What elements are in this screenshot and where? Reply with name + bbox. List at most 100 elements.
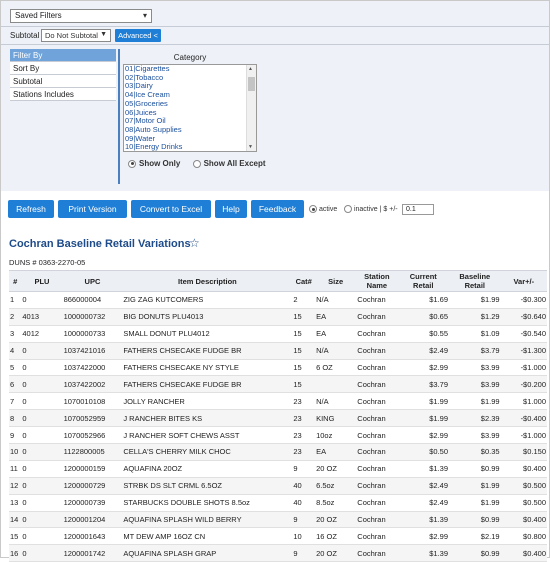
divider	[1, 26, 549, 27]
table-cell: 1000000732	[62, 308, 123, 326]
table-row: 1 0 866000004 ZIG ZAG KUTCOMERS 2 N/A Cochran $…	[9, 291, 547, 309]
table-cell: EA	[315, 308, 357, 326]
table-cell: $1.99	[449, 477, 501, 495]
table-cell: 20 OZ	[315, 544, 357, 562]
filter-nav-subtotal[interactable]: Subtotal	[10, 75, 116, 88]
col-header[interactable]: Baseline Retail	[449, 270, 501, 292]
advanced-button[interactable]: Advanced <	[115, 29, 161, 42]
table-cell: 1200000729	[62, 477, 123, 495]
table-cell: 4012	[21, 325, 63, 343]
inactive-radio[interactable]	[344, 205, 352, 213]
table-cell: $2.99	[397, 426, 450, 445]
table-cell: 9	[292, 460, 316, 478]
scroll-thumb[interactable]	[248, 77, 255, 91]
refresh-button[interactable]: Refresh	[8, 200, 54, 218]
table-cell: 2	[292, 291, 316, 309]
table-cell: $1.29	[449, 308, 501, 326]
feedback-button[interactable]: Feedback	[251, 200, 304, 218]
filter-nav-sort-by[interactable]: Sort By	[10, 62, 116, 75]
table-cell: 1200001742	[62, 544, 123, 562]
table-cell: 1037422002	[62, 375, 123, 394]
table-cell: MT DEW AMP 16OZ CN	[122, 527, 293, 546]
table-cell: SMALL DONUT PLU4012	[122, 325, 293, 343]
table-cell: 15	[292, 375, 316, 394]
table-cell: Cochran	[356, 375, 398, 394]
table-cell: N/A	[315, 342, 357, 360]
saved-filters-select[interactable]: Saved Filters ▾	[10, 9, 152, 23]
table-cell: -$1.000	[500, 359, 547, 377]
filter-nav: Filter By Sort By Subtotal Stations Incl…	[10, 49, 116, 101]
show-only-radio[interactable]	[128, 159, 136, 168]
table-cell: 6	[9, 375, 22, 394]
col-header[interactable]: Station Name	[356, 270, 398, 292]
table-row: 15 0 1200001643 MT DEW AMP 16OZ CN 10 16 OZ Co…	[9, 527, 547, 546]
threshold-input[interactable]: 0.1	[402, 204, 434, 215]
table-cell: $3.79	[449, 342, 501, 360]
filter-nav-stations-includes[interactable]: Stations Includes	[10, 88, 116, 101]
table-row: 7 0 1070010108 JOLLY RANCHER 23 N/A Cochran $1.…	[9, 392, 547, 411]
table-cell: 2	[9, 308, 22, 326]
active-radio[interactable]	[309, 205, 317, 213]
col-header[interactable]: Item Description	[122, 270, 293, 292]
table-cell: $0.99	[449, 511, 501, 529]
table-cell: N/A	[315, 291, 357, 309]
table-cell: 15	[9, 527, 22, 546]
scroll-down-icon[interactable]: ▼	[248, 144, 253, 150]
col-header[interactable]: Size	[315, 270, 357, 292]
table-cell: 0	[21, 359, 63, 377]
table-cell: -$1.300	[500, 342, 547, 360]
table-cell: 9	[292, 511, 316, 529]
active-label: active	[318, 205, 338, 213]
category-scrollbar[interactable]: ▲ ▼	[246, 65, 256, 151]
table-cell: 15	[292, 325, 316, 343]
scroll-up-icon[interactable]: ▲	[248, 66, 253, 72]
category-item[interactable]: 10|Energy Drinks	[124, 143, 256, 151]
subtotal-select[interactable]: Do Not Subtotal ▼	[41, 29, 111, 42]
table-cell: Cochran	[356, 409, 398, 428]
help-button[interactable]: Help	[215, 200, 247, 218]
table-cell: $0.55	[397, 325, 450, 343]
col-header[interactable]: #	[9, 270, 22, 292]
col-header[interactable]: UPC	[62, 270, 123, 292]
table-cell: $2.39	[449, 409, 501, 428]
table-cell: 10oz	[315, 426, 357, 445]
table-cell: 0	[21, 443, 63, 461]
table-cell: STARBUCKS DOUBLE SHOTS 8.5oz	[122, 494, 293, 512]
table-cell: 1200000739	[62, 494, 123, 512]
table-cell: 9	[292, 544, 316, 562]
report-title: Cochran Baseline Retail Variations	[9, 238, 191, 250]
table-cell: 0	[21, 392, 63, 411]
convert-to-excel-button[interactable]: Convert to Excel	[131, 200, 211, 218]
category-listbox[interactable]: 01|Cigarettes 02|Tobacco 03|Dairy 04|Ice…	[123, 64, 257, 152]
table-cell: $1.39	[397, 460, 450, 478]
table-cell: $0.500	[500, 477, 547, 495]
print-version-button[interactable]: Print Version	[58, 200, 127, 218]
table-cell: 866000004	[62, 291, 123, 309]
table-cell: Cochran	[356, 308, 398, 326]
report-table: # PLU UPC Item Description Cat# Size Sta…	[9, 270, 547, 562]
table-cell: $0.400	[500, 544, 547, 562]
table-cell: $0.50	[397, 443, 450, 461]
col-header[interactable]: Current Retail	[397, 270, 450, 292]
table-cell: $2.19	[449, 527, 501, 546]
table-cell: $0.400	[500, 460, 547, 478]
table-cell: $0.65	[397, 308, 450, 326]
table-cell: Cochran	[356, 291, 398, 309]
table-row: 13 0 1200000739 STARBUCKS DOUBLE SHOTS 8.5o…	[9, 494, 547, 512]
table-cell: -$0.200	[500, 375, 547, 394]
col-header[interactable]: PLU	[21, 270, 63, 292]
chevron-down-icon: ▾	[142, 11, 147, 20]
col-header[interactable]: Var+/-	[500, 270, 547, 292]
table-cell: -$0.400	[500, 409, 547, 428]
table-cell: 20 OZ	[315, 460, 357, 478]
table-row: 9 0 1070052966 J RANCHER SOFT CHEWS ASST 23 1…	[9, 426, 547, 445]
star-icon[interactable]: ☆	[189, 236, 200, 250]
category-title: Category	[173, 53, 207, 62]
divider	[1, 44, 549, 45]
filter-nav-filter-by[interactable]: Filter By	[10, 49, 116, 62]
table-cell: $2.49	[397, 342, 450, 360]
table-cell: $2.49	[397, 494, 450, 512]
panel-separator	[118, 49, 120, 184]
col-header[interactable]: Cat#	[292, 270, 316, 292]
show-all-except-radio[interactable]	[192, 159, 201, 168]
